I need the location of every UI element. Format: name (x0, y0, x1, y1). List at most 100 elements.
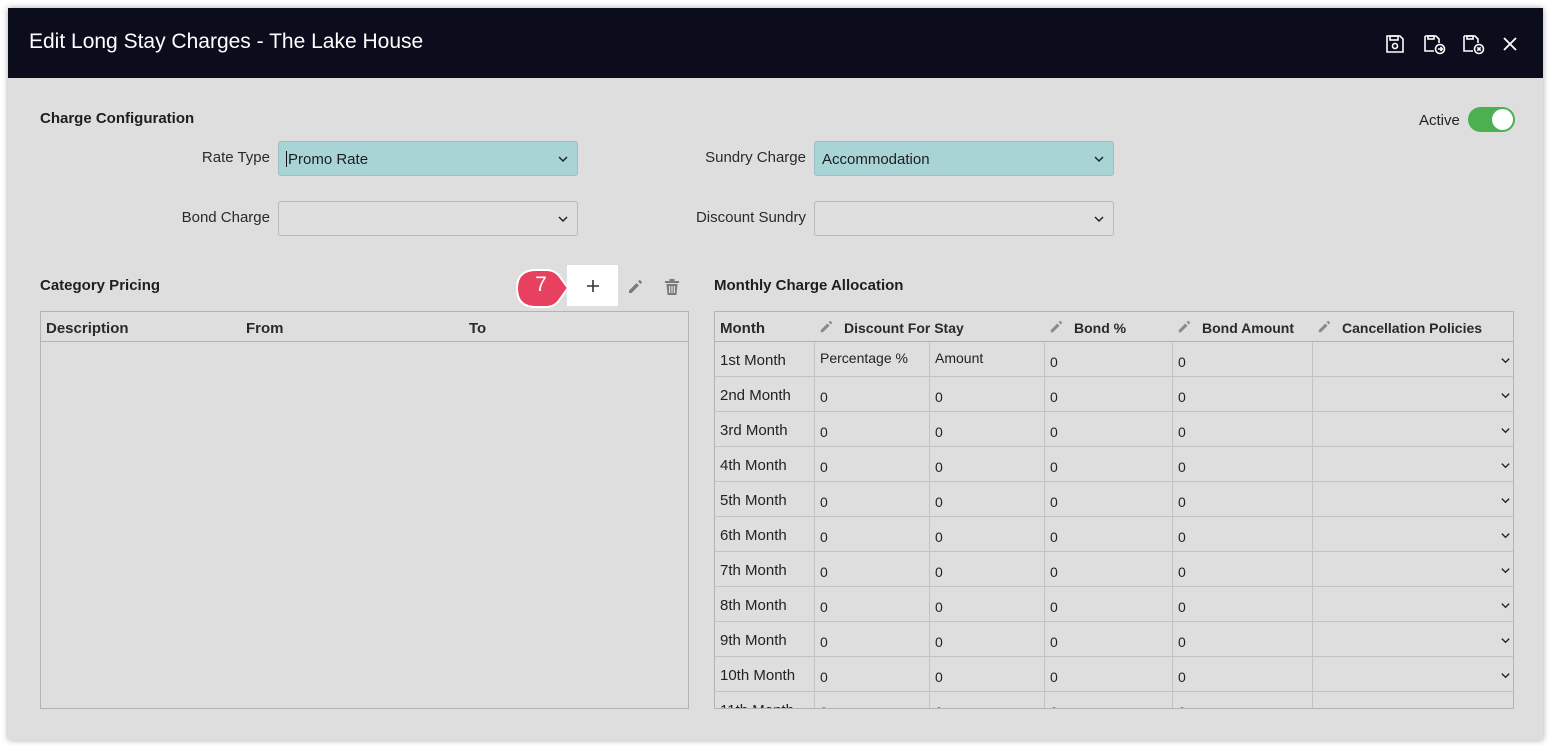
cancellation-policy-select[interactable] (1312, 377, 1513, 412)
bond-amount-cell[interactable]: 0 (1172, 657, 1312, 692)
discount-percentage-cell[interactable]: Percentage % (814, 342, 929, 377)
table-row: 3rd Month 0 0 0 0 (715, 412, 1513, 447)
discount-amount-cell[interactable]: 0 (929, 377, 1044, 412)
chevron-down-icon (1501, 568, 1510, 574)
sundry-charge-select[interactable]: Accommodation (814, 141, 1114, 176)
pencil-icon[interactable] (1177, 320, 1191, 334)
bond-amount-cell[interactable]: 0 (1172, 552, 1312, 587)
cancellation-policy-select[interactable] (1312, 342, 1513, 377)
bond-percent-cell[interactable]: 0 (1044, 657, 1172, 692)
discount-amount-cell[interactable]: 0 (929, 587, 1044, 622)
discount-amount-cell[interactable]: 0 (929, 622, 1044, 657)
month-cell-value: 9th Month (720, 632, 787, 649)
discount-percentage-cell[interactable]: 0 (814, 447, 929, 482)
bond-charge-label: Bond Charge (181, 209, 270, 226)
step-callout-number: 7 (535, 273, 547, 296)
discount-percentage-cell[interactable]: 0 (814, 412, 929, 447)
column-description[interactable]: Description (46, 320, 129, 337)
discount-percentage-cell[interactable]: 0 (814, 692, 929, 708)
pencil-icon[interactable] (819, 320, 833, 334)
discount-amount-cell[interactable]: 0 (929, 447, 1044, 482)
bond-percent-cell-value: 0 (1050, 354, 1058, 370)
discount-percentage-cell[interactable]: 0 (814, 587, 929, 622)
discount-amount-cell[interactable]: 0 (929, 657, 1044, 692)
cancellation-policy-select[interactable] (1312, 447, 1513, 482)
edit-category-button[interactable] (620, 271, 650, 301)
discount-amount-cell-value: 0 (935, 459, 943, 475)
discount-amount-cell[interactable]: Amount (929, 342, 1044, 377)
month-cell: 8th Month (715, 587, 814, 622)
column-bond-amount: Bond Amount (1202, 320, 1295, 336)
save-button[interactable] (1383, 32, 1407, 56)
cancellation-policy-select[interactable] (1312, 482, 1513, 517)
cancellation-policy-select[interactable] (1312, 552, 1513, 587)
cancellation-policy-select[interactable] (1312, 657, 1513, 692)
month-cell: 1st Month (715, 342, 814, 377)
plus-icon (587, 280, 599, 292)
close-button[interactable] (1498, 32, 1522, 56)
pencil-icon[interactable] (1049, 320, 1063, 334)
column-from[interactable]: From (246, 320, 284, 337)
active-toggle[interactable] (1468, 107, 1515, 132)
delete-category-button[interactable] (657, 271, 687, 301)
discount-amount-cell[interactable]: 0 (929, 552, 1044, 587)
add-category-button[interactable] (567, 265, 618, 306)
bond-amount-cell[interactable]: 0 (1172, 517, 1312, 552)
chevron-down-icon (1501, 393, 1510, 399)
cancellation-policy-select[interactable] (1312, 692, 1513, 709)
chevron-down-icon (1500, 705, 1511, 709)
discount-amount-cell-value: 0 (935, 599, 943, 615)
bond-percent-cell[interactable]: 0 (1044, 517, 1172, 552)
discount-percentage-cell[interactable]: 0 (814, 377, 929, 412)
discount-percentage-cell[interactable]: 0 (814, 622, 929, 657)
rate-type-select[interactable]: Promo Rate (278, 141, 578, 176)
cancellation-policy-select[interactable] (1312, 412, 1513, 447)
bond-amount-cell[interactable]: 0 (1172, 447, 1312, 482)
bond-percent-cell[interactable]: 0 (1044, 622, 1172, 657)
cancellation-policy-select[interactable] (1312, 622, 1513, 657)
table-row: 10th Month 0 0 0 0 (715, 657, 1513, 692)
discount-amount-cell-value: 0 (935, 669, 943, 685)
discount-amount-cell[interactable]: 0 (929, 517, 1044, 552)
table-row: 2nd Month 0 0 0 0 (715, 377, 1513, 412)
bond-amount-cell[interactable]: 0 (1172, 587, 1312, 622)
bond-percent-cell[interactable]: 0 (1044, 447, 1172, 482)
save-and-next-button[interactable] (1422, 32, 1446, 56)
bond-percent-cell[interactable]: 0 (1044, 412, 1172, 447)
discount-percentage-cell[interactable]: 0 (814, 517, 929, 552)
month-cell: 4th Month (715, 447, 814, 482)
cancellation-policy-select[interactable] (1312, 587, 1513, 622)
discount-percentage-cell[interactable]: 0 (814, 657, 929, 692)
bond-amount-cell[interactable]: 0 (1172, 622, 1312, 657)
bond-amount-cell[interactable]: 0 (1172, 377, 1312, 412)
category-pricing-header: Description From To (41, 312, 688, 342)
bond-percent-cell[interactable]: 0 (1044, 377, 1172, 412)
cancellation-policy-select[interactable] (1312, 517, 1513, 552)
bond-amount-cell[interactable]: 0 (1172, 482, 1312, 517)
discount-amount-cell[interactable]: 0 (929, 692, 1044, 708)
bond-amount-cell[interactable]: 0 (1172, 412, 1312, 447)
bond-percent-cell[interactable]: 0 (1044, 342, 1172, 377)
chevron-down-icon (1501, 638, 1510, 644)
bond-percent-cell[interactable]: 0 (1044, 587, 1172, 622)
save-and-close-button[interactable] (1461, 32, 1485, 56)
discount-amount-cell-value: Amount (935, 350, 984, 366)
sundry-charge-value: Accommodation (822, 151, 930, 168)
discount-sundry-select[interactable] (814, 201, 1114, 236)
bond-amount-cell[interactable]: 0 (1172, 692, 1312, 708)
column-to[interactable]: To (469, 320, 486, 337)
discount-percentage-cell[interactable]: 0 (814, 482, 929, 517)
discount-amount-cell[interactable]: 0 (929, 482, 1044, 517)
bond-percent-cell[interactable]: 0 (1044, 482, 1172, 517)
bond-percent-cell[interactable]: 0 (1044, 692, 1172, 708)
bond-amount-cell[interactable]: 0 (1172, 342, 1312, 377)
category-pricing-table: Description From To (40, 311, 689, 709)
discount-amount-cell[interactable]: 0 (929, 412, 1044, 447)
bond-charge-select[interactable] (278, 201, 578, 236)
discount-percentage-cell-value: 0 (820, 424, 828, 440)
discount-percentage-cell[interactable]: 0 (814, 552, 929, 587)
bond-percent-cell[interactable]: 0 (1044, 552, 1172, 587)
active-label: Active (1419, 112, 1460, 129)
pencil-icon[interactable] (1317, 320, 1331, 334)
table-row: 7th Month 0 0 0 0 (715, 552, 1513, 587)
